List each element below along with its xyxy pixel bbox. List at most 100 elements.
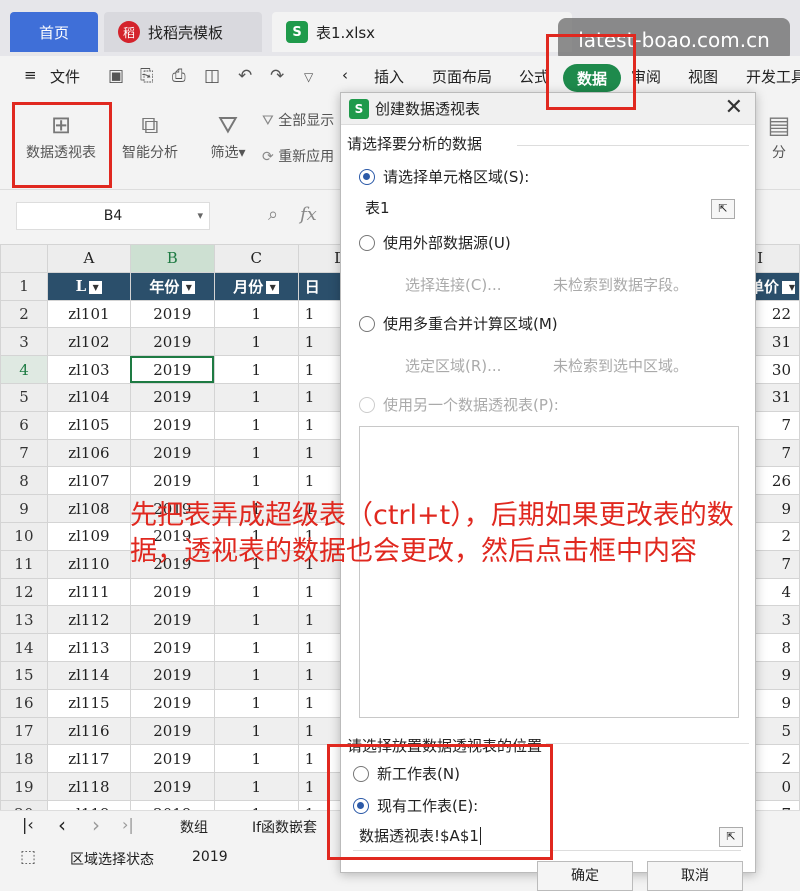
name-box[interactable]: B4 ▾ (16, 202, 210, 230)
cell-month[interactable]: 1 (213, 466, 299, 496)
row-header[interactable]: 17 (0, 716, 48, 746)
cell-year[interactable]: 2019 (129, 494, 215, 523)
filter-dropdown-icon[interactable]: ▼ (782, 281, 795, 295)
row-header[interactable]: 9 (0, 494, 48, 523)
choose-region-button[interactable]: 选定区域(R)... (405, 355, 501, 376)
cell-id[interactable]: zl107 (46, 466, 131, 496)
cell-month[interactable]: 1 (213, 744, 299, 774)
close-icon[interactable]: ✕ (725, 95, 743, 120)
last-sheet-icon[interactable]: ›| (122, 815, 134, 834)
row-header[interactable]: 14 (0, 633, 48, 662)
cell-month[interactable]: 1 (213, 438, 299, 468)
cell-year[interactable]: 2019 (129, 410, 215, 440)
row-header[interactable]: 13 (0, 605, 48, 635)
row-header[interactable]: 8 (0, 466, 48, 496)
row-header[interactable]: 16 (0, 688, 48, 718)
corner-cell[interactable] (0, 244, 48, 273)
menu-insert[interactable]: 插入 (374, 66, 404, 87)
pivot-list-box[interactable] (359, 426, 739, 718)
prev-sheet-icon[interactable]: ‹ (58, 813, 66, 837)
tab-template[interactable]: 稻 找稻壳模板 (104, 12, 262, 52)
cell-year[interactable]: 2019 (129, 660, 215, 690)
cell-year[interactable]: 2019 (129, 716, 215, 746)
row-header[interactable]: 11 (0, 549, 48, 579)
undo-icon[interactable]: ↶ (238, 66, 252, 86)
radio-multi[interactable] (359, 316, 375, 332)
table-header-cell[interactable]: 年份 ▼ (129, 271, 215, 301)
menu-hamburger-icon[interactable]: ≡ (24, 66, 37, 84)
show-all-button[interactable]: ⛛ 全部显示 (262, 110, 334, 130)
cell-month[interactable]: 1 (213, 633, 299, 662)
name-box-dropdown-icon[interactable]: ▾ (197, 203, 203, 229)
cell-year[interactable]: 2019 (129, 633, 215, 662)
cell-id[interactable]: zl102 (46, 327, 131, 357)
menu-scroll-left-icon[interactable]: ‹ (342, 66, 348, 84)
cell-id[interactable]: zl119 (46, 799, 131, 810)
cell-month[interactable]: 1 (213, 494, 299, 523)
cell-month[interactable]: 1 (213, 660, 299, 690)
smart-analysis-button[interactable]: ⧉ 智能分析 (116, 108, 184, 162)
cell-year[interactable]: 2019 (129, 382, 215, 412)
range-input[interactable]: 表1 (359, 195, 739, 223)
cell-id[interactable]: zl115 (46, 688, 131, 718)
cell-id[interactable]: zl118 (46, 772, 131, 801)
column-header[interactable]: A (46, 244, 131, 273)
cell-id[interactable]: zl101 (46, 299, 131, 329)
cell-year[interactable]: 2019 (129, 355, 215, 384)
table-header-cell[interactable]: 月份 ▼ (213, 271, 299, 301)
cell-month[interactable]: 1 (213, 355, 299, 384)
row-header[interactable]: 3 (0, 327, 48, 357)
cell-month[interactable]: 1 (213, 772, 299, 801)
cell-month[interactable]: 1 (213, 716, 299, 746)
row-header[interactable]: 7 (0, 438, 48, 468)
first-sheet-icon[interactable]: |‹ (22, 815, 34, 834)
row-header[interactable]: 1 (0, 271, 48, 301)
cell-year[interactable]: 2019 (129, 327, 215, 357)
export-icon[interactable]: ⎘ (140, 66, 154, 86)
cell-id[interactable]: zl105 (46, 410, 131, 440)
place-select-icon[interactable]: ⇱ (719, 827, 743, 847)
cell-month[interactable]: 1 (213, 410, 299, 440)
cell-id[interactable]: zl106 (46, 438, 131, 468)
cell-id[interactable]: zl112 (46, 605, 131, 635)
cell-year[interactable]: 2019 (129, 466, 215, 496)
cell-month[interactable]: 1 (213, 521, 299, 551)
sheet-tab[interactable]: 数组 (180, 817, 208, 837)
ribbon-right-button[interactable]: ▤ 分 (760, 108, 798, 162)
filter-button[interactable]: ⛛ 筛选▾ (204, 108, 252, 162)
cell-month[interactable]: 1 (213, 382, 299, 412)
tab-file[interactable]: S 表1.xlsx (272, 12, 572, 52)
menu-formula[interactable]: 公式 (519, 66, 549, 87)
pivot-table-button[interactable]: ⊞ 数据透视表 (18, 108, 104, 162)
cell-id[interactable]: zl108 (46, 494, 131, 523)
cell-id[interactable]: zl116 (46, 716, 131, 746)
sheet-tab[interactable]: If函数嵌套 (252, 817, 317, 837)
row-header[interactable]: 12 (0, 577, 48, 607)
cell-year[interactable]: 2019 (129, 688, 215, 718)
radio-external[interactable] (359, 235, 375, 251)
cell-month[interactable]: 1 (213, 605, 299, 635)
row-header[interactable]: 6 (0, 410, 48, 440)
cell-month[interactable]: 1 (213, 327, 299, 357)
save-icon[interactable]: ▣ (108, 66, 124, 86)
cell-id[interactable]: zl103 (46, 355, 131, 384)
cell-year[interactable]: 2019 (129, 549, 215, 579)
filter-dropdown-icon[interactable]: ▼ (182, 281, 196, 295)
cell-month[interactable]: 1 (213, 577, 299, 607)
reapply-button[interactable]: ⟳ 重新应用 (262, 146, 334, 166)
menu-view[interactable]: 视图 (688, 66, 718, 87)
preview-icon[interactable]: ◫ (204, 66, 220, 86)
cell-month[interactable]: 1 (213, 799, 299, 810)
radio-range[interactable] (359, 169, 375, 185)
menu-review[interactable]: 审阅 (631, 66, 661, 87)
row-header[interactable]: 10 (0, 521, 48, 551)
menu-developer[interactable]: 开发工具 (746, 66, 800, 87)
print-icon[interactable]: ⎙ (172, 66, 186, 86)
row-header[interactable]: 18 (0, 744, 48, 774)
filter-dropdown-icon[interactable]: ▼ (89, 280, 103, 294)
cell-id[interactable]: zl113 (46, 633, 131, 662)
radio-new-sheet[interactable] (353, 766, 369, 782)
column-header[interactable]: C (213, 244, 299, 273)
cell-year[interactable]: 2019 (129, 772, 215, 801)
row-header[interactable]: 20 (0, 799, 48, 810)
